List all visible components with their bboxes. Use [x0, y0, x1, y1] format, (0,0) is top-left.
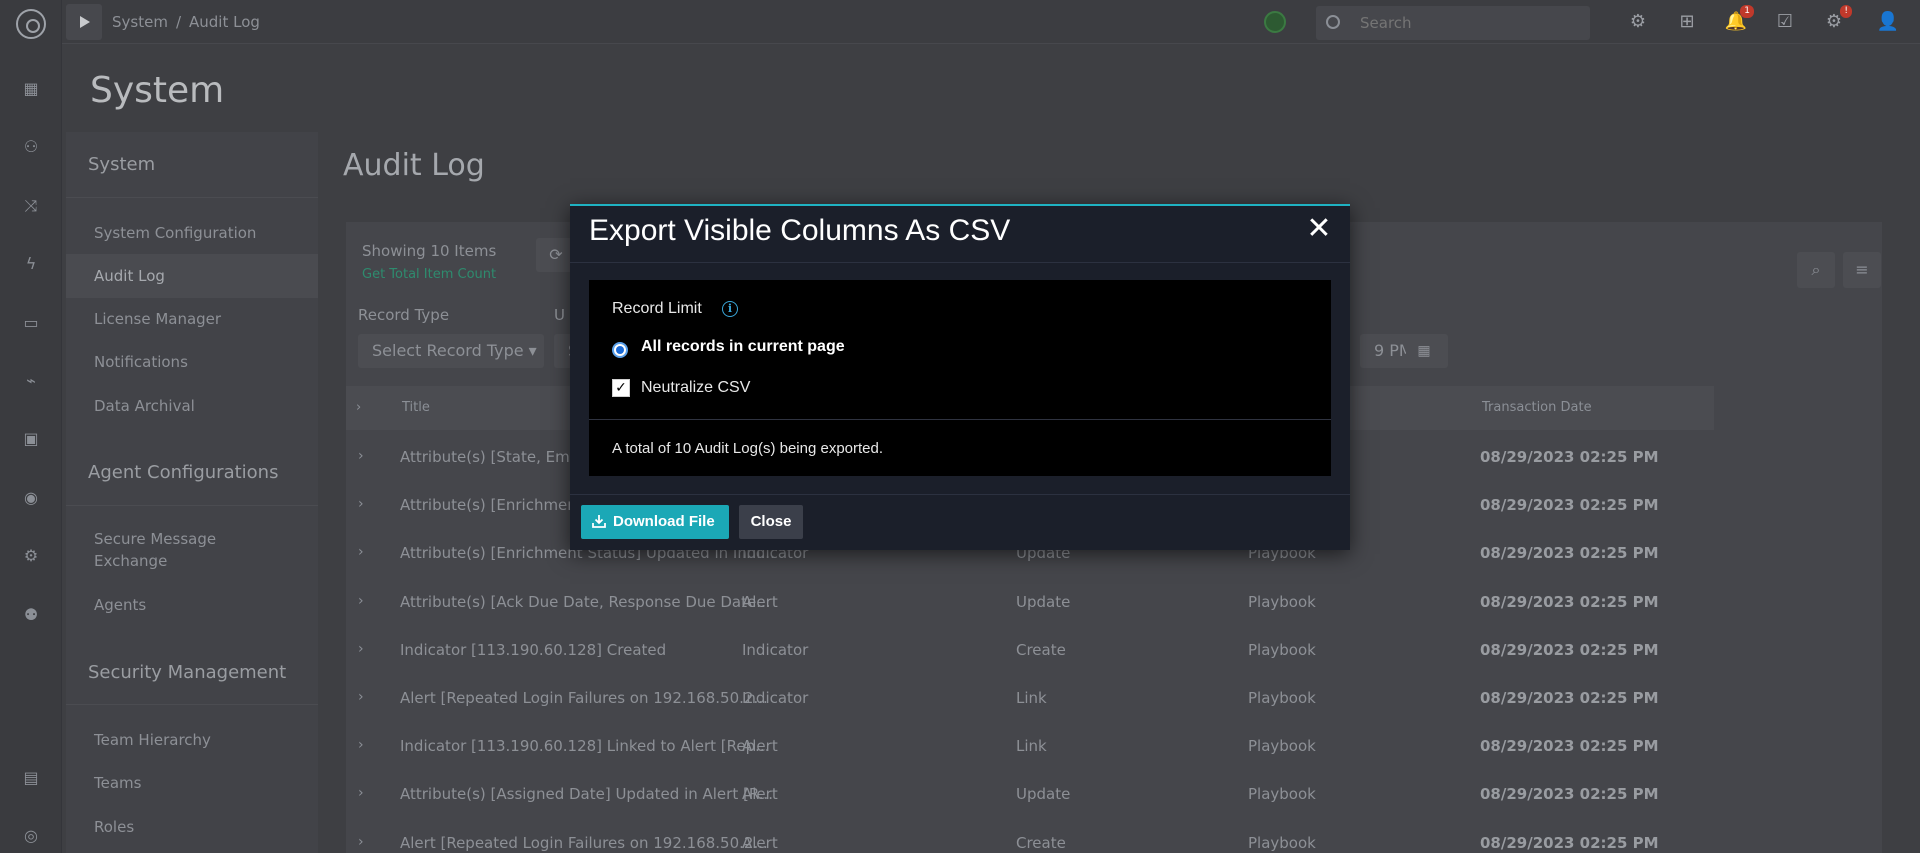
dialog-title: Export Visible Columns As CSV — [589, 214, 1011, 247]
close-button[interactable]: Close — [739, 505, 803, 539]
export-total-message: A total of 10 Audit Log(s) being exporte… — [612, 440, 884, 457]
info-icon[interactable]: i — [722, 301, 738, 317]
all-records-radio[interactable] — [612, 342, 628, 358]
options-section: Record Limit i All records in current pa… — [589, 280, 1331, 420]
download-file-label: Download File — [613, 513, 715, 530]
record-limit-label: Record Limit — [612, 300, 702, 317]
dialog-body: Record Limit i All records in current pa… — [589, 280, 1331, 476]
dialog-footer: Download File Close — [570, 494, 1350, 552]
neutralize-csv-checkbox[interactable]: ✓ — [612, 379, 630, 397]
all-records-radio-label[interactable]: All records in current page — [641, 338, 845, 356]
download-file-button[interactable]: Download File — [581, 505, 729, 539]
close-icon[interactable]: ✕ — [1304, 214, 1334, 244]
neutralize-csv-label[interactable]: Neutralize CSV — [641, 379, 750, 397]
download-icon — [592, 515, 606, 528]
export-csv-dialog: Export Visible Columns As CSV ✕ Record L… — [570, 204, 1350, 550]
dialog-header: Export Visible Columns As CSV ✕ — [570, 206, 1350, 263]
